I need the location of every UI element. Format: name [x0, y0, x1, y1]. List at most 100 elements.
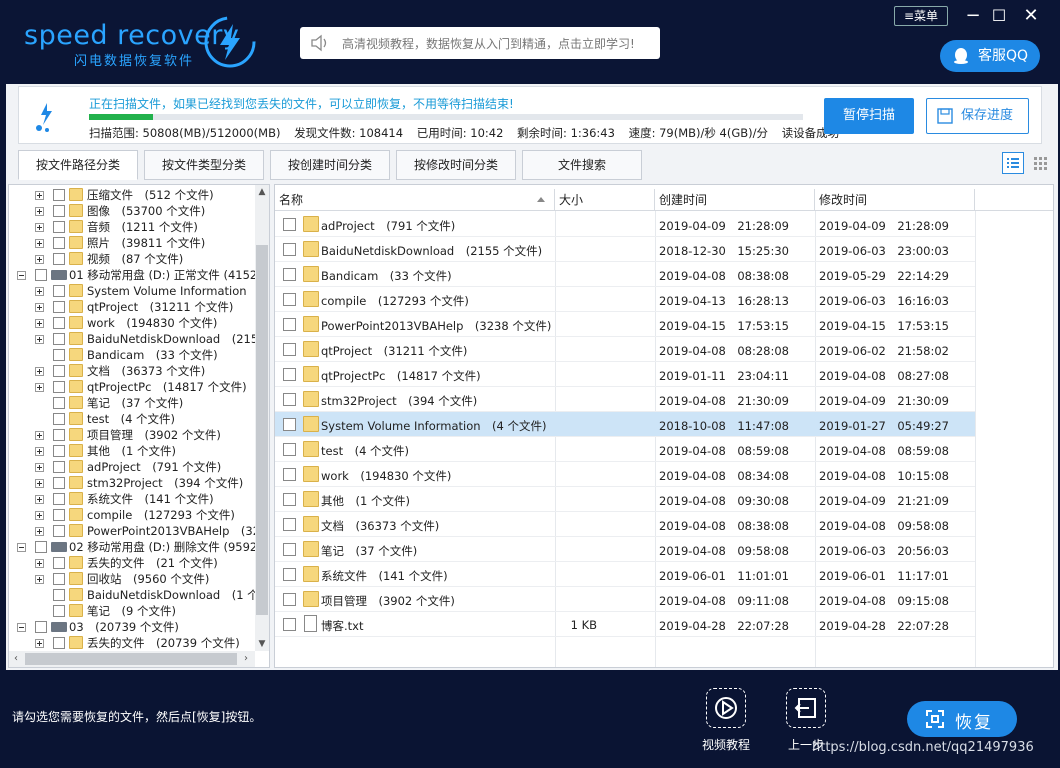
expand-icon[interactable]: [35, 431, 44, 440]
column-modified[interactable]: 修改时间: [815, 189, 975, 211]
recover-button[interactable]: 恢复: [907, 701, 1017, 737]
tree-item-checkbox[interactable]: [53, 605, 65, 617]
scroll-up-arrow-icon[interactable]: ▲: [255, 185, 269, 199]
tree-item[interactable]: System Volume Information (4 个: [9, 283, 257, 299]
collapse-icon[interactable]: [17, 543, 26, 552]
tree-item-checkbox[interactable]: [53, 397, 65, 409]
tree-item[interactable]: qtProjectPc (14817 个文件): [9, 379, 257, 395]
tab-file-search[interactable]: 文件搜索: [522, 150, 642, 180]
expand-icon[interactable]: [35, 367, 44, 376]
tree-item-checkbox[interactable]: [53, 509, 65, 521]
collapse-icon[interactable]: [17, 271, 26, 280]
tree-item[interactable]: test (4 个文件): [9, 411, 257, 427]
tree-item[interactable]: 图像 (53700 个文件): [9, 203, 257, 219]
table-row[interactable]: test (4 个文件) 2019-04-08 08:59:08 2019-04-0…: [275, 437, 975, 462]
tree-item-checkbox[interactable]: [53, 525, 65, 537]
expand-icon[interactable]: [35, 335, 44, 344]
expand-icon[interactable]: [35, 207, 44, 216]
row-checkbox[interactable]: [283, 543, 296, 556]
tree-item-checkbox[interactable]: [53, 237, 65, 249]
table-row[interactable]: System Volume Information (4 个文件) 2018-10…: [275, 412, 975, 437]
table-row[interactable]: BaiduNetdiskDownload (2155 个文件) 2018-12-3…: [275, 237, 975, 262]
table-row[interactable]: 项目管理 (3902 个文件) 2019-04-08 09:11:08 2019-0…: [275, 587, 975, 612]
tree-item[interactable]: 照片 (39811 个文件): [9, 235, 257, 251]
tree-item-checkbox[interactable]: [53, 189, 65, 201]
tree-item-checkbox[interactable]: [53, 445, 65, 457]
tree-item-checkbox[interactable]: [35, 621, 47, 633]
customer-service-qq-button[interactable]: 客服QQ: [940, 40, 1040, 72]
tree-item-checkbox[interactable]: [53, 221, 65, 233]
tree-item[interactable]: 压缩文件 (512 个文件): [9, 187, 257, 203]
expand-icon[interactable]: [35, 383, 44, 392]
table-row[interactable]: 其他 (1 个文件) 2019-04-08 09:30:08 2019-04-09 …: [275, 487, 975, 512]
grid-view-button[interactable]: [1030, 152, 1052, 174]
tab-by-created-time[interactable]: 按创建时间分类: [270, 150, 390, 180]
tutorial-notice-bar[interactable]: 高清视频教程，数据恢复从入门到精通，点击立即学习!: [300, 27, 660, 59]
tree-hscroll-thumb[interactable]: [25, 653, 237, 665]
expand-icon[interactable]: [35, 191, 44, 200]
expand-icon[interactable]: [35, 255, 44, 264]
table-row[interactable]: qtProject (31211 个文件) 2019-04-08 08:28:08…: [275, 337, 975, 362]
expand-icon[interactable]: [35, 447, 44, 456]
tree-item[interactable]: 回收站 (9560 个文件): [9, 571, 257, 587]
scroll-right-arrow-icon[interactable]: ›: [239, 651, 253, 667]
tree-item-checkbox[interactable]: [35, 541, 47, 553]
tree-item-checkbox[interactable]: [53, 317, 65, 329]
tree-item-checkbox[interactable]: [53, 365, 65, 377]
collapse-icon[interactable]: [17, 623, 26, 632]
list-view-button[interactable]: [1002, 152, 1024, 174]
back-button[interactable]: [786, 688, 826, 728]
column-created[interactable]: 创建时间: [655, 189, 815, 211]
tree-item[interactable]: BaiduNetdiskDownload (1 个文: [9, 587, 257, 603]
tree-item[interactable]: 视频 (87 个文件): [9, 251, 257, 267]
tree-item[interactable]: PowerPoint2013VBAHelp (3238: [9, 523, 257, 539]
tree-item-checkbox[interactable]: [53, 349, 65, 361]
expand-icon[interactable]: [35, 239, 44, 248]
expand-icon[interactable]: [35, 463, 44, 472]
tree-item-checkbox[interactable]: [53, 333, 65, 345]
table-row[interactable]: 文档 (36373 个文件) 2019-04-08 08:38:08 2019-04…: [275, 512, 975, 537]
tab-by-path[interactable]: 按文件路径分类: [18, 150, 138, 180]
row-checkbox[interactable]: [283, 318, 296, 331]
tree-item-checkbox[interactable]: [53, 301, 65, 313]
row-checkbox[interactable]: [283, 293, 296, 306]
row-checkbox[interactable]: [283, 593, 296, 606]
tree-item[interactable]: 笔记 (37 个文件): [9, 395, 257, 411]
row-checkbox[interactable]: [283, 443, 296, 456]
table-row[interactable]: 系统文件 (141 个文件) 2019-06-01 11:01:01 2019-06…: [275, 562, 975, 587]
tree-item[interactable]: qtProject (31211 个文件): [9, 299, 257, 315]
tab-by-modified-time[interactable]: 按修改时间分类: [396, 150, 516, 180]
tree-item[interactable]: 文档 (36373 个文件): [9, 363, 257, 379]
tree-item-checkbox[interactable]: [53, 429, 65, 441]
column-name[interactable]: 名称: [275, 189, 555, 211]
tree-item-checkbox[interactable]: [53, 285, 65, 297]
tree-item[interactable]: adProject (791 个文件): [9, 459, 257, 475]
scroll-left-arrow-icon[interactable]: ‹: [9, 651, 23, 667]
table-row[interactable]: adProject (791 个文件) 2019-04-09 21:28:09 20…: [275, 212, 975, 237]
expand-icon[interactable]: [35, 527, 44, 536]
tree-item[interactable]: work (194830 个文件): [9, 315, 257, 331]
expand-icon[interactable]: [35, 479, 44, 488]
minimize-button[interactable]: −: [962, 5, 984, 27]
tree-item-checkbox[interactable]: [53, 381, 65, 393]
tree-item-checkbox[interactable]: [53, 637, 65, 649]
tree-horizontal-scrollbar[interactable]: ‹ ›: [9, 651, 255, 667]
tree-item-checkbox[interactable]: [53, 461, 65, 473]
tree-item[interactable]: 系统文件 (141 个文件): [9, 491, 257, 507]
row-checkbox[interactable]: [283, 393, 296, 406]
tree-item[interactable]: 03 (20739 个文件): [9, 619, 257, 635]
table-row[interactable]: qtProjectPc (14817 个文件) 2019-01-11 23:04:…: [275, 362, 975, 387]
scroll-down-arrow-icon[interactable]: ▼: [255, 637, 269, 651]
save-progress-button[interactable]: 保存进度: [926, 98, 1029, 134]
tree-item[interactable]: 02 移动常用盘 (D:) 删除文件 (9592: [9, 539, 257, 555]
maximize-button[interactable]: ☐: [988, 5, 1010, 27]
row-checkbox[interactable]: [283, 343, 296, 356]
tree-item[interactable]: compile (127293 个文件): [9, 507, 257, 523]
tree-item-checkbox[interactable]: [53, 557, 65, 569]
expand-icon[interactable]: [35, 639, 44, 648]
tree-vertical-scrollbar[interactable]: ▲ ▼: [255, 185, 269, 651]
tree-item[interactable]: 项目管理 (3902 个文件): [9, 427, 257, 443]
table-row[interactable]: work (194830 个文件) 2019-04-08 08:34:08 2019…: [275, 462, 975, 487]
row-checkbox[interactable]: [283, 493, 296, 506]
table-row[interactable]: PowerPoint2013VBAHelp (3238 个文件) 2019-04-…: [275, 312, 975, 337]
